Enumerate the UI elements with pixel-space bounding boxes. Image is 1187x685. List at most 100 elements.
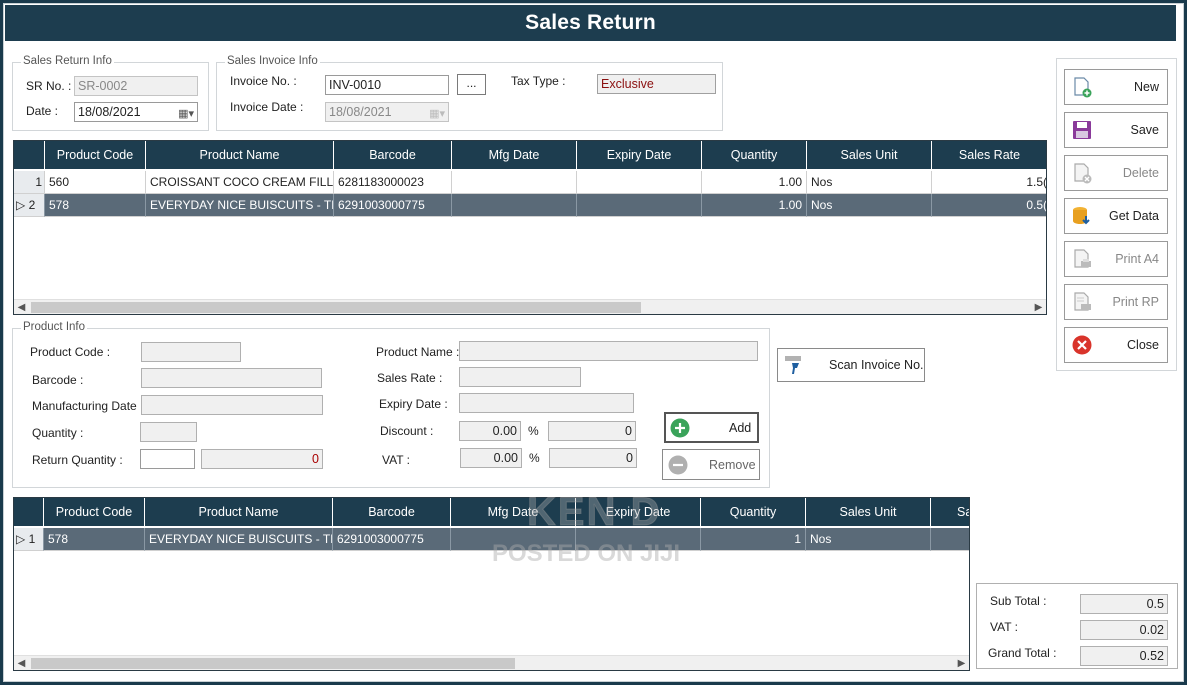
sales-items-grid[interactable]: Product Code Product Name Barcode Mfg Da… — [13, 140, 1047, 315]
column-header[interactable]: Barcode — [333, 498, 451, 526]
cell-product-code[interactable]: 578 — [45, 194, 146, 217]
grid-header: Product Code Product Name Barcode Mfg Da… — [14, 498, 969, 526]
cell-sales-rate[interactable]: 1.5( — [932, 171, 1046, 194]
cell-product-name[interactable]: EVERYDAY NICE BUISCUITS - TIF... — [146, 194, 334, 217]
column-header[interactable]: Expiry Date — [577, 141, 702, 169]
return-quantity-input[interactable] — [140, 449, 195, 469]
product-name-field[interactable] — [459, 341, 758, 361]
product-code-label: Product Code : — [30, 345, 111, 359]
calendar-dropdown-icon[interactable]: ▦▾ — [429, 105, 445, 121]
discount-amount-field[interactable]: 0 — [548, 421, 636, 441]
column-header[interactable]: Barcode — [334, 141, 452, 169]
cell-mfg-date[interactable] — [452, 194, 577, 217]
calendar-dropdown-icon[interactable]: ▦▾ — [178, 105, 194, 121]
cell-quantity[interactable]: 1.00 — [702, 194, 807, 217]
row-header[interactable]: ▷ 2 — [14, 194, 45, 217]
quantity-field[interactable] — [140, 422, 197, 442]
invoice-date-value: 18/08/2021 — [329, 105, 392, 119]
column-header[interactable]: Sales Rate — [932, 141, 1046, 169]
scan-invoice-button[interactable]: Scan Invoice No. — [777, 348, 925, 382]
column-header[interactable]: Product Name — [145, 498, 333, 526]
cell-product-code[interactable]: 560 — [45, 171, 146, 194]
cell-sales-unit[interactable]: Nos — [807, 194, 932, 217]
cell-expiry-date[interactable] — [577, 194, 702, 217]
column-header[interactable]: Quantity — [701, 498, 806, 526]
table-row[interactable]: 1 560 CROISSANT COCO CREAM FILLI... 6281… — [14, 171, 1046, 194]
new-button[interactable]: New — [1064, 69, 1168, 105]
grid-header: Product Code Product Name Barcode Mfg Da… — [14, 141, 1046, 169]
scrollbar-thumb[interactable] — [31, 302, 641, 313]
print-rp-button[interactable]: Print RP — [1064, 284, 1168, 320]
tax-type-field[interactable]: Exclusive — [597, 74, 716, 94]
page-title: Sales Return — [5, 5, 1176, 41]
product-name-label: Product Name : — [376, 345, 460, 359]
database-icon — [1073, 207, 1090, 225]
print-a4-icon — [1074, 249, 1091, 268]
expiry-date-field[interactable] — [459, 393, 634, 413]
cell-sales-rate[interactable]: 0.5( — [932, 194, 1046, 217]
column-header[interactable]: Sa — [931, 498, 969, 526]
tax-type-label: Tax Type : — [511, 74, 566, 88]
invoice-no-field[interactable]: INV-0010 — [325, 75, 449, 95]
cell-mfg-date[interactable] — [452, 171, 577, 194]
sub-total-value: 0.5 — [1080, 594, 1168, 614]
get-data-button[interactable]: Get Data — [1064, 198, 1168, 234]
product-code-field[interactable] — [141, 342, 241, 362]
invoice-date-picker[interactable]: 18/08/2021 ▦▾ — [325, 102, 449, 122]
add-label: Add — [729, 421, 752, 435]
column-header[interactable]: Product Code — [45, 141, 146, 169]
discount-percent-field[interactable]: 0.00 — [459, 421, 521, 441]
cell-quantity[interactable]: 1.00 — [702, 171, 807, 194]
vat-percent-field[interactable]: 0.00 — [460, 448, 522, 468]
get-data-label: Get Data — [1108, 209, 1159, 223]
cell-sales-unit[interactable]: Nos — [806, 528, 931, 551]
column-header[interactable]: Product Name — [146, 141, 334, 169]
close-button[interactable]: Close — [1064, 327, 1168, 363]
barcode-field[interactable] — [141, 368, 322, 388]
column-header[interactable]: Product Code — [44, 498, 145, 526]
remove-button[interactable]: Remove — [662, 449, 760, 480]
return-items-grid[interactable]: Product Code Product Name Barcode Mfg Da… — [13, 497, 970, 671]
cell-sales-unit[interactable]: Nos — [807, 171, 932, 194]
column-header[interactable]: Mfg Date — [452, 141, 577, 169]
sales-rate-field[interactable] — [459, 367, 581, 387]
cell-barcode[interactable]: 6281183000023 — [334, 171, 452, 194]
scroll-right-icon[interactable]: ▶ — [954, 656, 969, 670]
save-button[interactable]: Save — [1064, 112, 1168, 148]
cell-product-code[interactable]: 578 — [44, 528, 145, 551]
row-header[interactable]: ▷ 1 — [14, 528, 44, 551]
manufacturing-date-label: Manufacturing Date : — [32, 399, 144, 413]
cell-quantity[interactable]: 1 — [701, 528, 806, 551]
add-button[interactable]: Add — [664, 412, 759, 443]
cell-product-name[interactable]: CROISSANT COCO CREAM FILLI... — [146, 171, 334, 194]
table-row-selected[interactable]: ▷ 2 578 EVERYDAY NICE BUISCUITS - TIF...… — [14, 194, 1046, 217]
delete-button[interactable]: Delete — [1064, 155, 1168, 191]
horizontal-scrollbar[interactable]: ◀ ▶ — [14, 655, 969, 670]
print-a4-button[interactable]: Print A4 — [1064, 241, 1168, 277]
cell-expiry-date[interactable] — [577, 171, 702, 194]
cell-barcode[interactable]: 6291003000775 — [333, 528, 451, 551]
vat-amount-field[interactable]: 0 — [549, 448, 637, 468]
horizontal-scrollbar[interactable]: ◀ ▶ — [14, 299, 1046, 314]
grand-total-value: 0.52 — [1080, 646, 1168, 666]
scroll-left-icon[interactable]: ◀ — [14, 300, 29, 314]
cell-barcode[interactable]: 6291003000775 — [334, 194, 452, 217]
column-header[interactable]: Sales Unit — [807, 141, 932, 169]
delete-label: Delete — [1122, 166, 1159, 180]
cell-product-name[interactable]: EVERYDAY NICE BUISCUITS - TIFFA... — [145, 528, 333, 551]
scrollbar-thumb[interactable] — [31, 658, 515, 669]
browse-invoice-button[interactable]: ... — [457, 74, 486, 95]
scroll-right-icon[interactable]: ▶ — [1031, 300, 1046, 314]
column-header[interactable]: Sales Unit — [806, 498, 931, 526]
scan-invoice-label: Scan Invoice No. — [829, 358, 924, 372]
discount-label: Discount : — [380, 424, 434, 438]
row-header[interactable]: 1 — [14, 171, 45, 194]
date-value: 18/08/2021 — [78, 105, 141, 119]
grand-total-label: Grand Total : — [988, 646, 1057, 660]
column-header[interactable]: Quantity — [702, 141, 807, 169]
scroll-left-icon[interactable]: ◀ — [14, 656, 29, 670]
cell-sales-rate[interactable] — [931, 528, 969, 551]
manufacturing-date-field[interactable] — [141, 395, 323, 415]
sr-no-field[interactable]: SR-0002 — [74, 76, 198, 96]
date-picker[interactable]: 18/08/2021 ▦▾ — [74, 102, 198, 122]
